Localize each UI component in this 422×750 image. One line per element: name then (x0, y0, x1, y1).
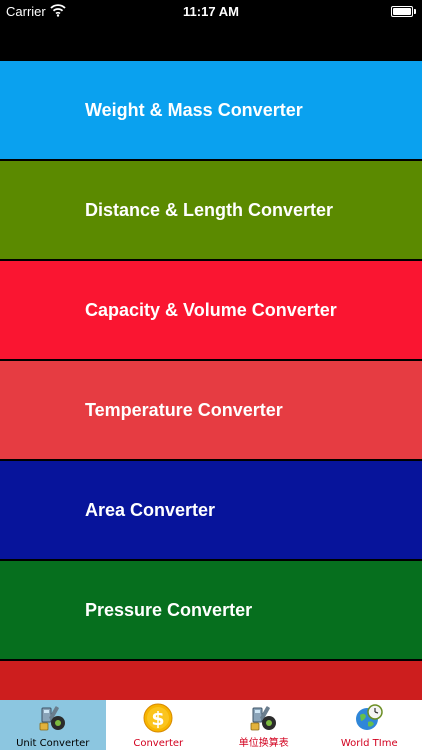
tab-label: Converter (133, 738, 184, 749)
row-label: Temperature Converter (85, 399, 283, 420)
tab-unit-table-cn[interactable]: 单位换算表 (211, 700, 317, 750)
partial-converter-row[interactable] (0, 661, 422, 700)
battery-icon (391, 6, 413, 17)
row-label: Weight & Mass Converter (85, 99, 303, 120)
tab-converter[interactable]: $ Converter (106, 700, 212, 750)
tools-icon (39, 706, 65, 731)
dollar-coin-icon: $ (143, 703, 173, 733)
row-label: Area Converter (85, 499, 216, 520)
tab-label: World TIme (340, 738, 398, 749)
row-label: Capacity & Volume Converter (85, 299, 337, 320)
battery-tip (414, 9, 416, 14)
row-label: Pressure Converter (85, 599, 253, 620)
tab-world-time[interactable]: World TIme (317, 700, 422, 750)
clock: 11:17 AM (183, 4, 239, 19)
tab-label: 单位换算表 (238, 738, 289, 749)
tools-icon (250, 706, 276, 731)
tab-unit-converter[interactable]: Unit Converter (0, 700, 106, 750)
converter-list: Weight & Mass Converter Distance & Lengt… (0, 61, 422, 700)
tab-bar: Unit Converter $ Converter 单位换算表 World T… (0, 700, 422, 750)
distance-length-converter-row[interactable]: Distance & Length Converter (0, 161, 422, 259)
area-converter-row[interactable]: Area Converter (0, 461, 422, 559)
weight-mass-converter-row[interactable]: Weight & Mass Converter (0, 61, 422, 159)
temperature-converter-row[interactable]: Temperature Converter (0, 361, 422, 459)
status-bar: Carrier 11:17 AM (0, 0, 422, 24)
capacity-volume-converter-row[interactable]: Capacity & Volume Converter (0, 261, 422, 359)
globe-clock-icon (356, 704, 383, 730)
pressure-converter-row[interactable]: Pressure Converter (0, 561, 422, 659)
row-label: Distance & Length Converter (85, 199, 334, 220)
tab-label: Unit Converter (16, 738, 90, 749)
svg-text:$: $ (152, 708, 165, 730)
